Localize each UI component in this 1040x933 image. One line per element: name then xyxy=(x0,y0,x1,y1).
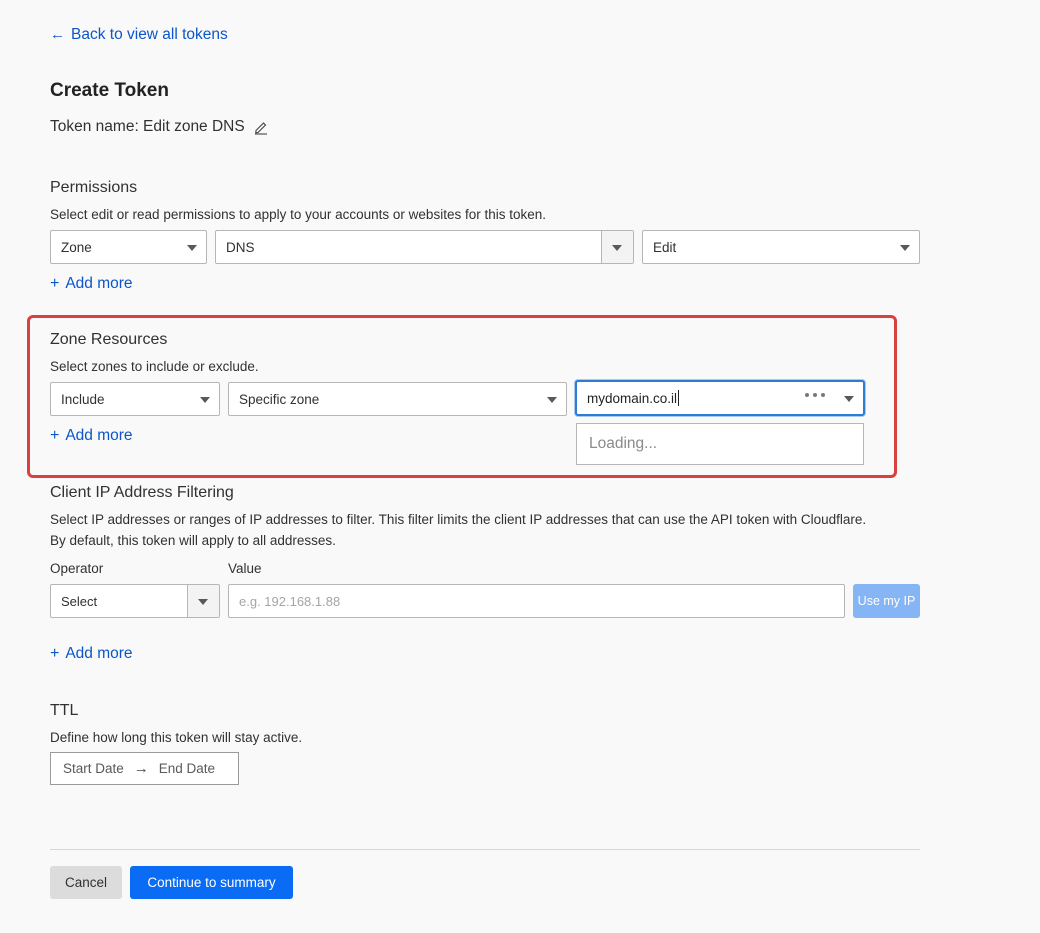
start-date-label: Start Date xyxy=(63,761,124,776)
ip-value-input[interactable] xyxy=(228,584,845,618)
chevron-down-icon xyxy=(200,397,210,403)
operator-value: Select xyxy=(61,593,98,609)
arrow-right-icon: → xyxy=(133,760,149,777)
plus-icon: + xyxy=(50,645,60,662)
plus-icon: + xyxy=(50,275,60,292)
page-title: Create Token xyxy=(50,80,169,101)
zone-search-input[interactable]: mydomain.co.il xyxy=(575,380,865,416)
value-label: Value xyxy=(228,561,262,576)
dropdown-toggle[interactable] xyxy=(601,231,633,263)
zone-target-select[interactable]: Specific zone xyxy=(228,382,567,416)
back-link[interactable]: ← Back to view all tokens xyxy=(50,24,228,46)
plus-icon: + xyxy=(50,427,60,444)
zone-dropdown-menu: Loading... xyxy=(576,423,864,465)
ip-filtering-title: Client IP Address Filtering xyxy=(50,484,234,501)
token-name-label: Token name: Edit zone DNS xyxy=(50,118,245,135)
zone-search-value: mydomain.co.il xyxy=(587,390,678,406)
add-more-zone-resources[interactable]: + Add more xyxy=(50,427,133,445)
chevron-down-icon[interactable] xyxy=(844,396,854,402)
permission-resource-select[interactable]: DNS xyxy=(215,230,634,264)
footer-divider xyxy=(50,849,920,850)
ttl-date-range-picker[interactable]: Start Date → End Date xyxy=(50,752,239,785)
zone-mode-select[interactable]: Include xyxy=(50,382,220,416)
add-more-label: Add more xyxy=(65,645,133,662)
zone-mode-value: Include xyxy=(61,391,105,407)
ttl-description: Define how long this token will stay act… xyxy=(50,730,303,745)
chevron-down-icon xyxy=(187,245,197,251)
permission-access-value: Edit xyxy=(653,239,677,255)
chevron-down-icon xyxy=(612,245,622,251)
text-cursor xyxy=(678,390,680,406)
pencil-icon[interactable] xyxy=(253,119,269,135)
add-more-label: Add more xyxy=(65,275,133,292)
dropdown-loading-text: Loading... xyxy=(589,435,658,452)
continue-to-summary-button[interactable]: Continue to summary xyxy=(130,866,293,899)
permission-scope-select[interactable]: Zone xyxy=(50,230,207,264)
chevron-down-icon xyxy=(547,397,557,403)
add-more-label: Add more xyxy=(65,427,133,444)
permission-resource-value: DNS xyxy=(226,239,255,255)
permission-scope-value: Zone xyxy=(61,239,92,255)
add-more-permissions[interactable]: + Add more xyxy=(50,275,133,293)
chevron-down-icon xyxy=(900,245,910,251)
token-name: Token name: Edit zone DNS xyxy=(50,118,269,136)
operator-label: Operator xyxy=(50,561,104,576)
add-more-ip-filters[interactable]: + Add more xyxy=(50,645,133,663)
permission-access-select[interactable]: Edit xyxy=(642,230,920,264)
permissions-description: Select edit or read permissions to apply… xyxy=(50,207,546,222)
end-date-label: End Date xyxy=(158,761,216,776)
zone-resources-description: Select zones to include or exclude. xyxy=(50,359,259,374)
ip-filtering-description: Select IP addresses or ranges of IP addr… xyxy=(50,512,867,548)
zone-resources-title: Zone Resources xyxy=(50,331,168,348)
loading-dots-icon xyxy=(805,393,825,397)
zone-target-value: Specific zone xyxy=(239,391,320,407)
operator-select[interactable]: Select xyxy=(50,584,220,618)
back-link-label: Back to view all tokens xyxy=(71,26,228,43)
dropdown-toggle[interactable] xyxy=(187,585,219,617)
chevron-down-icon xyxy=(198,599,208,605)
cancel-button[interactable]: Cancel xyxy=(50,866,122,899)
permissions-title: Permissions xyxy=(50,179,138,196)
arrow-left-icon: ← xyxy=(50,26,65,43)
use-my-ip-button[interactable]: Use my IP xyxy=(853,584,920,618)
ttl-title: TTL xyxy=(50,702,79,719)
